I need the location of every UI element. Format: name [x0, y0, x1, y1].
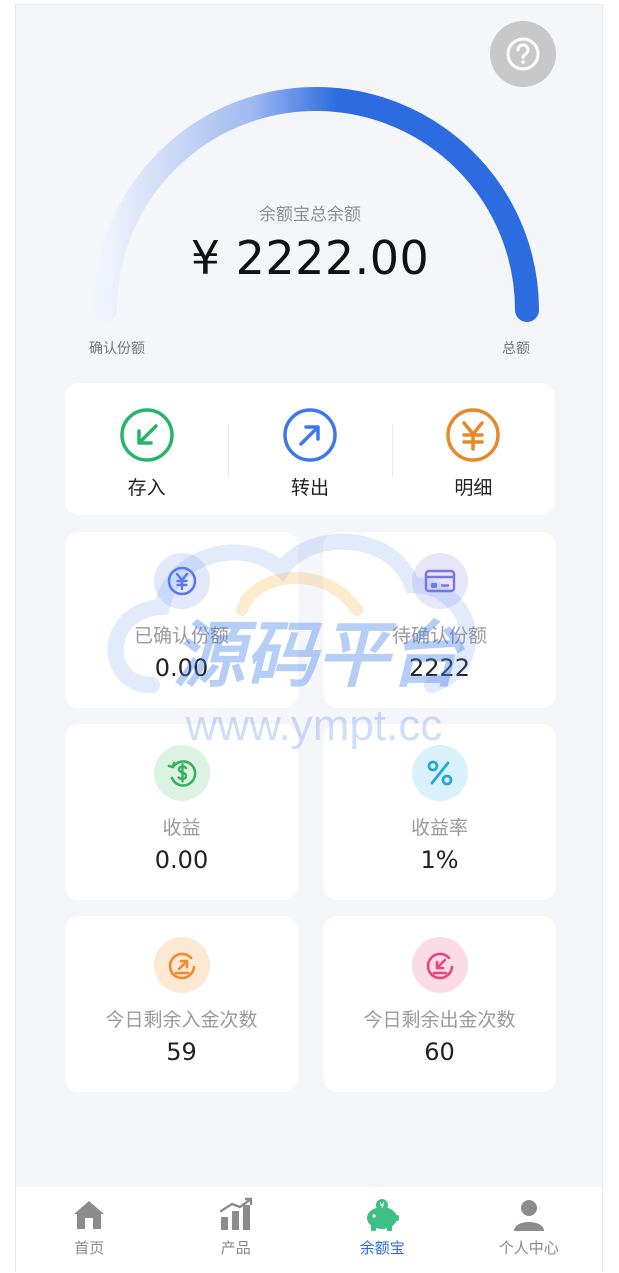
card-label: 收益: [162, 817, 201, 839]
tab-label: 首页: [74, 1239, 105, 1257]
withdraw-label: 转出: [290, 477, 329, 499]
deposit-remaining-badge: [153, 937, 210, 993]
confirmed-share-badge: [153, 553, 210, 609]
help-button[interactable]: [490, 21, 556, 87]
gauge-right-label: 总额: [502, 341, 530, 357]
action-panel: 存入 转出 明细: [65, 383, 555, 515]
card-lock-icon: [424, 569, 455, 593]
pending-share-badge: [411, 553, 468, 609]
card-value: 0.00: [154, 654, 209, 682]
withdraw-remaining-badge: [411, 937, 468, 993]
withdraw-cycle-icon: [426, 952, 453, 980]
tab-home[interactable]: 首页: [16, 1187, 163, 1273]
earnings-badge: [153, 745, 210, 801]
card-value: 60: [424, 1038, 455, 1066]
deposit-remaining-card: 今日剩余入金次数 59: [65, 916, 298, 1092]
confirmed-share-card: 已确认份额 0.00: [65, 532, 298, 708]
total-balance-amount: ¥ 2222.00: [190, 231, 430, 285]
piggy-bank-icon: ¥: [367, 1199, 400, 1231]
card-value: 2222: [408, 654, 471, 682]
yen-icon: [446, 408, 501, 462]
details-label: 明细: [454, 477, 493, 499]
withdraw-remaining-card: 今日剩余出金次数 60: [323, 916, 556, 1092]
tab-label: 个人中心: [498, 1239, 559, 1257]
yen-coin-icon: [167, 566, 196, 596]
deposit-label: 存入: [127, 477, 166, 499]
tab-balance[interactable]: ¥ 余额宝: [309, 1187, 456, 1273]
details-button[interactable]: 明细: [391, 383, 555, 515]
gauge-left-label: 确认份额: [89, 341, 145, 357]
earnings-card: 收益 0.00: [65, 724, 298, 900]
percent-icon: [427, 760, 452, 786]
tab-label: 产品: [220, 1239, 251, 1257]
dollar-cycle-icon: [167, 760, 196, 787]
card-label: 待确认份额: [391, 625, 487, 647]
deposit-cycle-icon: [168, 952, 195, 980]
card-label: 收益率: [410, 817, 468, 839]
withdraw-button[interactable]: 转出: [228, 383, 391, 515]
user-icon: [513, 1200, 544, 1231]
app-screen: 余额宝总余额 ¥ 2222.00 确认份额 总额 存入 转出 明细 已确认份额 …: [15, 4, 603, 1273]
card-label: 已确认份额: [133, 625, 229, 647]
svg-text:¥: ¥: [380, 1201, 385, 1210]
card-label: 今日剩余出金次数: [363, 1009, 516, 1031]
tab-label: 余额宝: [359, 1239, 405, 1257]
gauge-title: 余额宝总余额: [259, 205, 361, 225]
chart-icon: [219, 1197, 252, 1230]
card-label: 今日剩余入金次数: [105, 1009, 258, 1031]
pending-share-card: 待确认份额 2222: [323, 532, 556, 708]
tab-products[interactable]: 产品: [163, 1187, 310, 1273]
arrow-up-right-icon: [283, 408, 337, 462]
question-icon: [506, 37, 540, 71]
home-icon: [74, 1201, 105, 1229]
card-value: 1%: [420, 846, 459, 874]
card-value: 59: [166, 1038, 197, 1066]
yield-rate-badge: [411, 745, 468, 801]
tab-profile[interactable]: 个人中心: [456, 1187, 603, 1273]
yield-rate-card: 收益率 1%: [323, 724, 556, 900]
deposit-button[interactable]: 存入: [65, 383, 228, 515]
card-value: 0.00: [154, 846, 209, 874]
bottom-tab-bar: 首页 产品 ¥ 余额宝 个人中心: [16, 1187, 602, 1273]
arrow-down-left-icon: [119, 408, 174, 462]
